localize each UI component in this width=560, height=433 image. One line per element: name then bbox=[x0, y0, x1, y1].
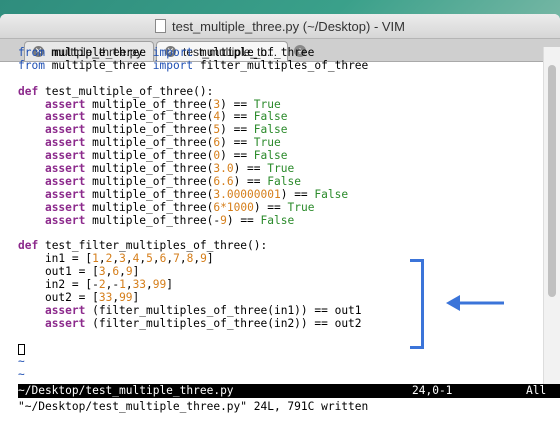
command-line[interactable]: "~/Desktop/test_multiple_three.py" 24L, … bbox=[18, 400, 560, 414]
code-line: ~ bbox=[18, 368, 25, 382]
window-title: test_multiple_three.py (~/Desktop) - VIM bbox=[171, 18, 405, 34]
code-line: from multiple_three import multiple_of_t… bbox=[18, 46, 315, 59]
code-line: assert multiple_of_three(-9) == False bbox=[44, 213, 295, 227]
annotation-bracket bbox=[410, 259, 424, 349]
code-line: assert multiple_of_three(3.00000001) == … bbox=[44, 187, 349, 201]
code-line bbox=[18, 343, 538, 356]
status-percent: All bbox=[526, 384, 547, 397]
code-editor[interactable]: from multiple_three import multiple_of_t… bbox=[18, 46, 538, 391]
code-line: ~ bbox=[18, 355, 25, 369]
file-icon bbox=[154, 19, 166, 33]
text-cursor bbox=[18, 343, 25, 355]
code-line: from multiple_three import filter_multip… bbox=[18, 58, 369, 72]
scrollbar-thumb[interactable] bbox=[548, 65, 556, 297]
status-position: 24,0-1 bbox=[412, 384, 453, 397]
code-line: assert (filter_multiples_of_three(in2)) … bbox=[44, 316, 362, 330]
scrollbar[interactable] bbox=[543, 47, 560, 391]
status-line: ~/Desktop/test_multiple_three.py 24,0-1 … bbox=[18, 384, 560, 398]
annotation-arrow-icon bbox=[446, 295, 504, 311]
status-filename: ~/Desktop/test_multiple_three.py bbox=[18, 384, 234, 397]
title-bar[interactable]: test_multiple_three.py (~/Desktop) - VIM bbox=[0, 14, 560, 39]
code-line: in2 = [-2,-1,33,99] bbox=[18, 278, 174, 292]
